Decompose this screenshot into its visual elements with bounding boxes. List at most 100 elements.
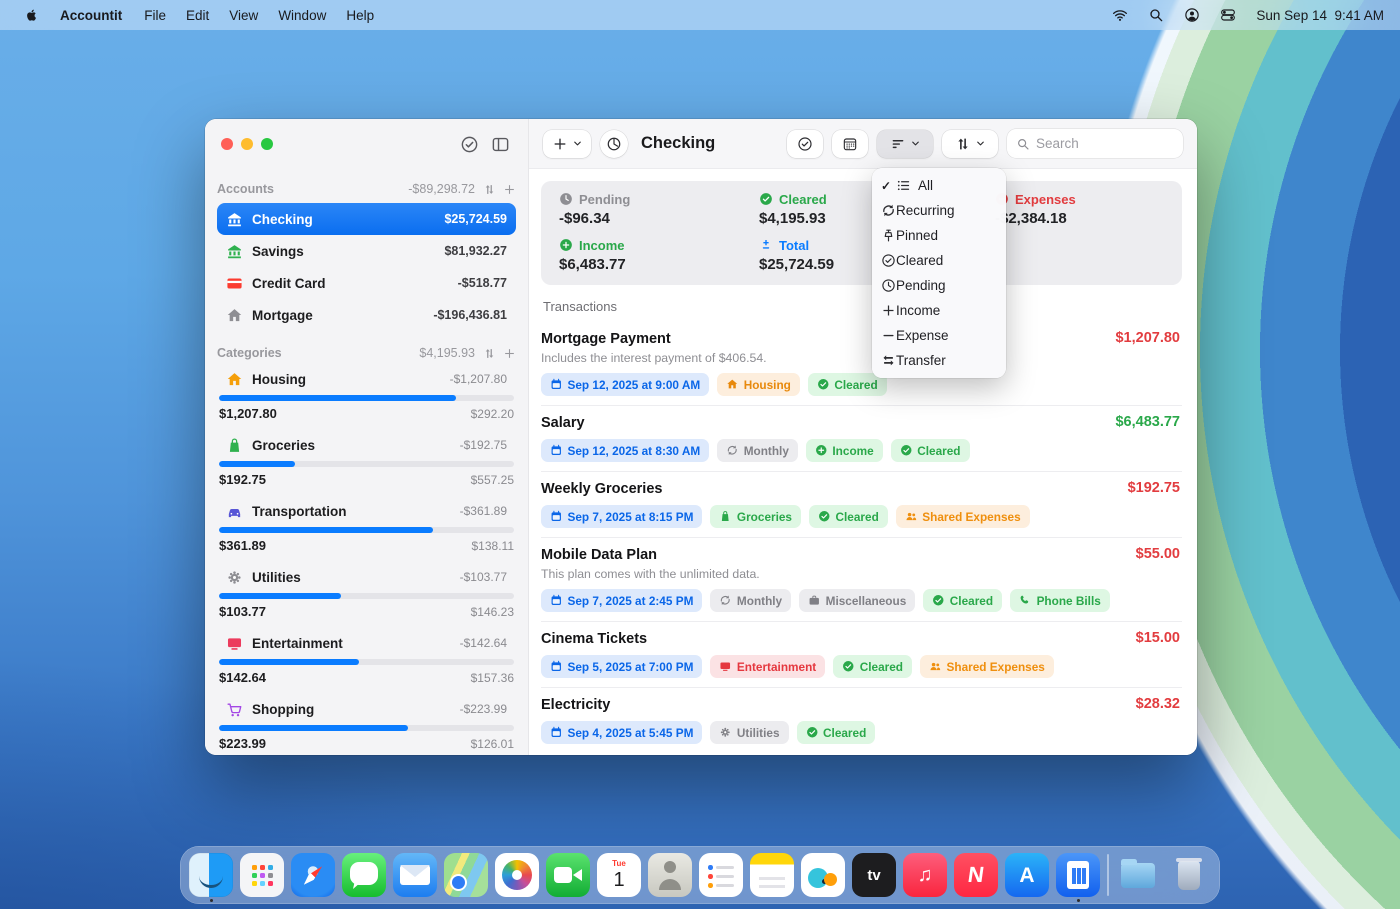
dock-messages[interactable] [342,853,386,897]
sort-icon [955,136,971,152]
dock-folder[interactable] [1116,853,1160,897]
dock-notes[interactable] [750,853,794,897]
running-indicator [1077,899,1080,902]
sort-button[interactable] [942,130,998,158]
category-row[interactable]: Housing -$1,207.80 $1,207.80 $292.20 [217,363,516,429]
dock-launchpad[interactable] [240,853,284,897]
plus-icon [881,303,896,318]
accounts-list: Checking $25,724.59 Savings $81,932.27 C… [217,203,516,331]
search-input[interactable] [1036,136,1174,151]
wifi-icon[interactable] [1106,5,1134,25]
transaction-tag: Shared Expenses [896,505,1030,528]
category-progress-fill [219,461,295,467]
menu-item[interactable]: Edit [176,5,219,26]
credit-card-icon [226,275,243,292]
menu-item[interactable]: File [134,5,176,26]
tag-label: Sep 5, 2025 at 7:00 PM [568,660,694,674]
sort-accounts-icon[interactable] [483,183,496,196]
account-row[interactable]: Savings $81,932.27 [217,235,516,267]
dock-photos[interactable] [495,853,539,897]
check-circle-icon [817,378,830,391]
category-row[interactable]: Utilities -$103.77 $103.77 $146.23 [217,561,516,627]
account-name: Mortgage [252,308,313,323]
calendar-icon [550,510,563,523]
dock-contacts[interactable] [648,853,692,897]
filter-menu-item[interactable]: Cleared [872,248,1006,273]
dock-appstore[interactable]: A [1005,853,1049,897]
history-button[interactable] [600,130,628,158]
menu-items: FileEditViewWindowHelp [134,5,384,26]
tag-label: Cleared [950,594,993,608]
add-category-icon[interactable] [503,347,516,360]
select-transactions-button[interactable] [787,130,823,158]
dock-calendar[interactable]: Tue 1 [597,853,641,897]
filter-menu-item[interactable]: Expense [872,323,1006,348]
transaction-row[interactable]: Salary $6,483.77 Sep 12, 2025 at 8:30 AM [541,405,1182,471]
category-progress-bar [219,461,514,467]
sidebar-toggle-icon[interactable] [489,133,512,156]
dock-trash[interactable] [1167,853,1211,897]
dock-music[interactable]: ♫ [903,853,947,897]
account-row[interactable]: Checking $25,724.59 [217,203,516,235]
search-field[interactable] [1007,129,1183,158]
transaction-row[interactable]: Electricity $28.32 Sep 4, 2025 at 5:45 P… [541,687,1182,753]
calendar-view-button[interactable] [832,130,868,158]
menu-item[interactable]: View [219,5,268,26]
dock-safari[interactable] [291,853,335,897]
category-row[interactable]: Groceries -$192.75 $192.75 $557.25 [217,429,516,495]
calendar-icon [550,594,563,607]
transaction-row[interactable]: Mobile Data Plan This plan comes with th… [541,537,1182,621]
sidebar-titlebar [205,119,529,169]
add-account-icon[interactable] [503,183,516,196]
filter-menu-item-label: Recurring [896,203,918,218]
user-account-icon[interactable] [1178,5,1206,25]
transaction-row[interactable]: Weekly Groceries $192.75 Sep 7, 2025 at … [541,471,1182,537]
dock-facetime[interactable] [546,853,590,897]
dock-maps[interactable] [444,853,488,897]
repeat-icon [719,594,732,607]
apple-menu-icon[interactable] [16,7,48,23]
dock-freeform[interactable] [801,853,845,897]
filter-menu-item[interactable]: Pinned [872,223,1006,248]
menu-item[interactable]: Window [268,5,336,26]
category-spent: $361.89 [219,538,266,553]
account-name: Credit Card [252,276,326,291]
dock-finder[interactable] [189,853,233,897]
menu-app-name[interactable]: Accountit [50,5,132,26]
close-button[interactable] [221,138,233,150]
add-transaction-button[interactable] [543,130,591,158]
accounts-header: Accounts -$89,298.72 [217,179,516,199]
category-row[interactable]: Transportation -$361.89 $361.89 $138.11 [217,495,516,561]
dock-accountit[interactable] [1056,853,1100,897]
minimize-button[interactable] [241,138,253,150]
filter-menu-item[interactable]: Pending [872,273,1006,298]
account-row[interactable]: Credit Card -$518.77 [217,267,516,299]
dock-reminders[interactable] [699,853,743,897]
category-row[interactable]: Shopping -$223.99 $223.99 $126.01 [217,693,516,755]
dock-mail[interactable] [393,853,437,897]
menu-item[interactable]: Help [336,5,384,26]
category-spent: $142.64 [219,670,266,685]
select-mode-icon[interactable] [458,133,481,156]
menu-clock[interactable]: Sun Sep 14 9:41 AM [1250,8,1384,23]
dock-news[interactable]: N [954,853,998,897]
transaction-row[interactable]: Cinema Tickets $15.00 Sep 5, 2025 at 7:0… [541,621,1182,687]
transactions-list: Mortgage Payment Includes the interest p… [541,322,1182,753]
filter-menu-item[interactable]: Income [872,298,1006,323]
filter-menu-item[interactable]: Recurring [872,198,1006,223]
filter-menu-item[interactable]: ✓ All [872,173,1006,198]
filter-button[interactable] [877,130,933,158]
filter-menu-item[interactable]: Transfer [872,348,1006,373]
spotlight-search-icon[interactable] [1142,5,1170,25]
category-progress-bar [219,395,514,401]
transaction-row[interactable]: Mortgage Payment Includes the interest p… [541,322,1182,405]
sort-categories-icon[interactable] [483,347,496,360]
dock-appletv[interactable]: tv [852,853,896,897]
control-center-icon[interactable] [1214,5,1242,25]
tag-label: Miscellaneous [826,594,907,608]
account-row[interactable]: Mortgage -$196,436.81 [217,299,516,331]
zoom-button[interactable] [261,138,273,150]
chevron-down-icon [910,138,921,149]
transaction-tag: Cleared [809,505,888,528]
category-row[interactable]: Entertainment -$142.64 $142.64 $157.36 [217,627,516,693]
